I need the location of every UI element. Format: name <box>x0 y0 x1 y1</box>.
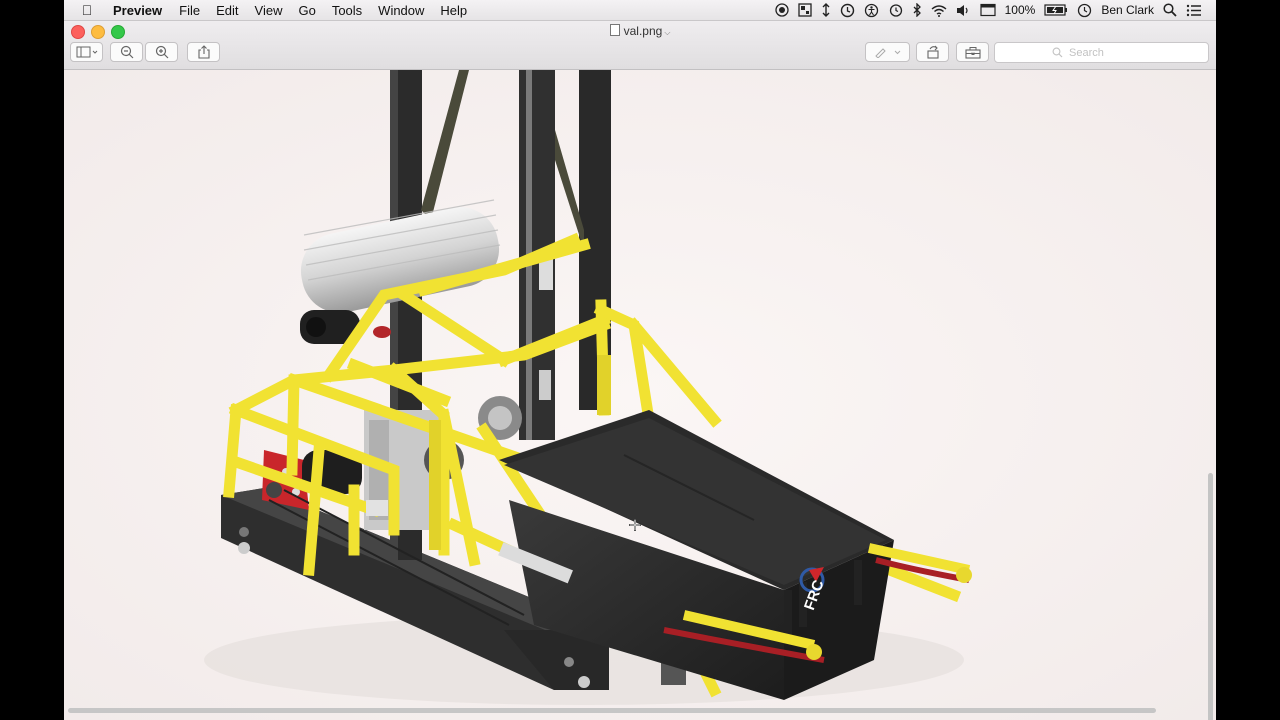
markup-toolbox-button[interactable] <box>956 42 989 62</box>
share-button[interactable] <box>187 42 220 62</box>
user-name[interactable]: Ben Clark <box>1101 3 1154 17</box>
markup-pen-button[interactable] <box>865 42 910 62</box>
menu-help[interactable]: Help <box>432 3 475 18</box>
horizontal-scrollbar[interactable] <box>68 708 1156 713</box>
menu-bar:  Preview File Edit View Go Tools Window… <box>64 0 1216 21</box>
screen-layout-icon[interactable] <box>797 3 812 17</box>
preview-window: val.png ⌵ Search FRC <box>64 21 1216 720</box>
volume-icon[interactable] <box>956 4 971 17</box>
clock-icon[interactable] <box>1077 3 1092 18</box>
document-title-text: val.png <box>623 24 663 38</box>
rotate-button[interactable] <box>916 42 949 62</box>
rotate-icon <box>926 45 939 59</box>
robot-render-image: FRC <box>64 70 1216 720</box>
accessibility-icon[interactable] <box>864 3 879 18</box>
menu-file[interactable]: File <box>171 3 208 18</box>
spotlight-search-icon[interactable] <box>1163 3 1177 17</box>
notification-center-icon[interactable] <box>1186 4 1202 17</box>
battery-percent: 100% <box>1004 3 1036 17</box>
updown-arrow-icon[interactable] <box>821 3 831 17</box>
sync-icon[interactable] <box>840 3 855 18</box>
share-icon <box>197 45 210 59</box>
window-toolbar: val.png ⌵ <box>64 21 1216 70</box>
search-input[interactable] <box>1067 45 1151 60</box>
search-field[interactable] <box>994 42 1209 63</box>
pen-icon <box>874 48 900 58</box>
vertical-scrollbar[interactable] <box>1208 473 1213 720</box>
image-canvas[interactable]: FRC <box>64 70 1216 720</box>
calendar-icon[interactable] <box>980 3 996 17</box>
crosshair-cursor-icon <box>629 519 641 531</box>
zoom-out-button[interactable] <box>110 42 143 62</box>
wifi-icon[interactable] <box>931 4 947 17</box>
sidebar-icon <box>76 46 97 58</box>
menu-window[interactable]: Window <box>370 3 432 18</box>
menu-edit[interactable]: Edit <box>208 3 246 18</box>
menu-tools[interactable]: Tools <box>324 3 370 18</box>
menu-go[interactable]: Go <box>290 3 323 18</box>
zoom-in-icon <box>155 45 168 59</box>
apple-menu-icon[interactable]:  <box>64 2 110 18</box>
time-machine-icon[interactable] <box>888 3 903 18</box>
document-title[interactable]: val.png ⌵ <box>64 24 1216 38</box>
record-icon[interactable] <box>774 3 789 17</box>
chevron-down-icon: ⌵ <box>664 28 671 37</box>
menu-view[interactable]: View <box>247 3 291 18</box>
battery-icon[interactable] <box>1044 4 1068 16</box>
bluetooth-icon[interactable] <box>912 3 922 17</box>
toolbox-icon <box>964 46 981 59</box>
zoom-out-icon <box>120 45 133 59</box>
sidebar-toggle-button[interactable] <box>70 42 103 62</box>
zoom-in-button[interactable] <box>145 42 178 62</box>
search-icon <box>1052 47 1063 58</box>
document-file-icon <box>609 24 620 36</box>
app-menu[interactable]: Preview <box>110 3 171 18</box>
